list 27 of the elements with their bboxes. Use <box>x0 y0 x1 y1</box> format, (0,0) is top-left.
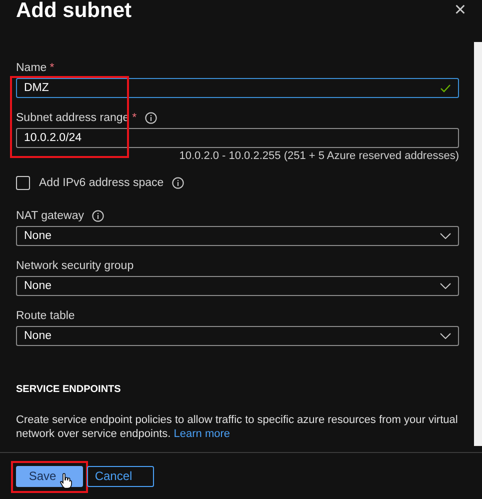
chevron-down-icon <box>440 333 451 339</box>
dropdown[interactable]: None <box>16 276 459 296</box>
panel-title: Add subnet <box>16 0 132 23</box>
info-icon[interactable] <box>92 210 104 222</box>
info-icon[interactable] <box>144 112 157 124</box>
learn-more-link[interactable]: Learn more <box>174 428 230 440</box>
chevron-down-icon <box>440 233 451 239</box>
field-label: Route table <box>16 310 75 322</box>
close-button[interactable]: × <box>454 0 466 20</box>
dropdown[interactable]: None <box>16 326 459 346</box>
checkbox-label: Add IPv6 address space <box>39 176 164 188</box>
text-field[interactable]: DMZ <box>16 78 459 98</box>
checkbox[interactable] <box>16 176 30 190</box>
scrollbar[interactable] <box>474 42 482 446</box>
dropdown[interactable]: None <box>16 226 459 246</box>
required-mark: * <box>132 112 137 124</box>
section-heading: SERVICE ENDPOINTS <box>16 384 122 396</box>
chevron-down-icon <box>440 283 451 289</box>
field-label: NAT gateway <box>16 210 84 222</box>
field-label: Name <box>16 62 47 74</box>
field-label: Network security group <box>16 260 134 272</box>
address-range-hint: 10.0.2.0 - 10.0.2.255 (251 + 5 Azure reserved addresses) <box>178 150 459 162</box>
section-description: Create service endpoint policies to allow traffic to specific azure resources from your virtual network over service endpoints. Learn more <box>16 413 459 441</box>
info-icon[interactable] <box>172 176 184 188</box>
required-mark: * <box>50 62 54 74</box>
cancel-button[interactable]: Cancel <box>87 466 154 486</box>
text-field[interactable]: 10.0.2.0/24 <box>16 128 459 148</box>
